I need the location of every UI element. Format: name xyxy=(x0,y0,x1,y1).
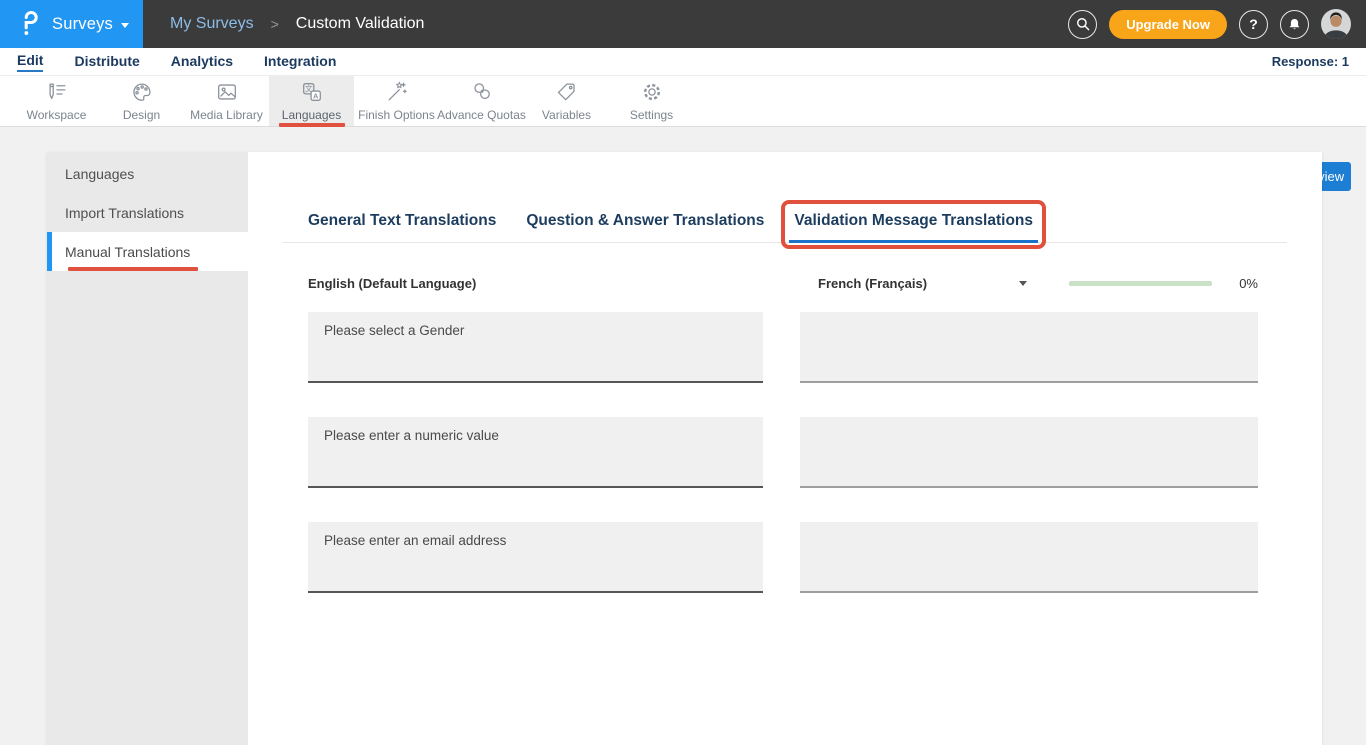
language-header-row: English (Default Language) French (Franç… xyxy=(308,274,1258,292)
toolbar-design-label: Design xyxy=(123,108,160,122)
question-mark-icon: ? xyxy=(1249,16,1258,32)
toolbar-design[interactable]: Design xyxy=(99,76,184,126)
help-button[interactable]: ? xyxy=(1239,10,1268,39)
languages-red-annotation xyxy=(279,123,345,128)
user-avatar[interactable] xyxy=(1321,9,1351,39)
product-name: Surveys xyxy=(52,15,113,34)
sidebar-item-label: Manual Translations xyxy=(65,244,190,260)
source-text-numeric: Please enter a numeric value xyxy=(308,417,763,488)
toolbar-languages-label: Languages xyxy=(282,108,341,122)
tab-general-text-translations[interactable]: General Text Translations xyxy=(308,203,496,242)
nav-distribute[interactable]: Distribute xyxy=(74,53,139,71)
source-text-gender: Please select a Gender xyxy=(308,312,763,383)
notifications-button[interactable] xyxy=(1280,10,1309,39)
sidebar-item-languages[interactable]: Languages xyxy=(47,154,248,193)
settings-gear-icon xyxy=(639,80,665,104)
translation-row: Please enter an email address xyxy=(308,522,1258,593)
media-library-icon xyxy=(214,80,240,104)
toolbar-finish-options[interactable]: Finish Options xyxy=(354,76,439,126)
topbar-actions: Upgrade Now ? xyxy=(1068,9,1366,39)
workspace-icon xyxy=(44,80,70,104)
translation-progress-percent: 0% xyxy=(1232,276,1258,291)
toolbar-workspace[interactable]: Workspace xyxy=(14,76,99,126)
target-text-input-gender[interactable] xyxy=(800,312,1258,383)
toolbar-variables-label: Variables xyxy=(542,108,591,122)
breadcrumb-my-surveys[interactable]: My Surveys xyxy=(170,15,254,33)
target-language-select[interactable]: French (Français) xyxy=(800,276,927,291)
toolbar-finish-options-label: Finish Options xyxy=(358,108,435,122)
translation-row: Please select a Gender xyxy=(308,312,1258,383)
upgrade-now-button[interactable]: Upgrade Now xyxy=(1109,10,1227,39)
languages-panel: Languages Import Translations Manual Tra… xyxy=(47,152,1322,745)
questionpro-logo-icon xyxy=(19,11,41,38)
sidebar-item-label: Languages xyxy=(65,166,134,182)
translation-editor: English (Default Language) French (Franç… xyxy=(248,274,1322,593)
translation-progress-bar xyxy=(1069,281,1212,286)
translation-row: Please enter a numeric value xyxy=(308,417,1258,488)
finish-options-wand-icon xyxy=(384,80,410,104)
tab-question-answer-translations[interactable]: Question & Answer Translations xyxy=(526,203,764,242)
breadcrumb: My Surveys > Custom Validation xyxy=(170,15,424,33)
survey-section-nav: Edit Distribute Analytics Integration Re… xyxy=(0,48,1366,76)
product-switcher[interactable]: Surveys xyxy=(0,0,143,48)
languages-sidebar: Languages Import Translations Manual Tra… xyxy=(47,152,248,745)
target-text-input-email[interactable] xyxy=(800,522,1258,593)
toolbar-languages[interactable]: 文 A Languages xyxy=(269,76,354,126)
toolbar-media-library[interactable]: Media Library xyxy=(184,76,269,126)
toolbar-settings[interactable]: Settings xyxy=(609,76,694,126)
advance-quotas-links-icon xyxy=(469,80,495,104)
design-palette-icon xyxy=(129,80,155,104)
breadcrumb-separator: > xyxy=(271,16,279,32)
toolbar-advance-quotas-label: Advance Quotas xyxy=(437,108,526,122)
sidebar-item-manual-translations[interactable]: Manual Translations xyxy=(47,232,248,271)
translations-content: General Text Translations Question & Ans… xyxy=(248,152,1322,745)
response-count[interactable]: Response: 1 xyxy=(1272,54,1349,69)
tab-validation-message-translations[interactable]: Validation Message Translations xyxy=(794,203,1033,242)
svg-text:A: A xyxy=(313,91,319,100)
toolbar-settings-label: Settings xyxy=(630,108,673,122)
tab-label: Validation Message Translations xyxy=(794,212,1033,229)
toolbar-variables[interactable]: Variables xyxy=(524,76,609,126)
search-icon xyxy=(1075,16,1091,32)
target-language-header: French (Français) 0% xyxy=(800,276,1258,291)
nav-edit[interactable]: Edit xyxy=(17,52,43,72)
avatar-photo xyxy=(1321,9,1351,39)
top-bar: Surveys My Surveys > Custom Validation U… xyxy=(0,0,1366,48)
translation-tabs: General Text Translations Question & Ans… xyxy=(283,203,1287,243)
nav-integration[interactable]: Integration xyxy=(264,53,336,71)
variables-tag-icon xyxy=(554,80,580,104)
bell-icon xyxy=(1287,17,1302,32)
toolbar-media-library-label: Media Library xyxy=(190,108,263,122)
nav-analytics[interactable]: Analytics xyxy=(171,53,233,71)
source-text-email: Please enter an email address xyxy=(308,522,763,593)
manual-translations-red-annotation xyxy=(68,267,198,272)
search-button[interactable] xyxy=(1068,10,1097,39)
chevron-down-icon xyxy=(121,23,129,28)
breadcrumb-survey-name: Custom Validation xyxy=(296,15,425,33)
edit-toolbar: Workspace Design Media Library 文 A Langu… xyxy=(0,76,1366,127)
active-tab-underline xyxy=(789,240,1038,243)
sidebar-item-label: Import Translations xyxy=(65,205,184,221)
toolbar-workspace-label: Workspace xyxy=(27,108,87,122)
target-text-input-numeric[interactable] xyxy=(800,417,1258,488)
sidebar-item-import-translations[interactable]: Import Translations xyxy=(47,193,248,232)
toolbar-advance-quotas[interactable]: Advance Quotas xyxy=(439,76,524,126)
language-select-chevron-icon[interactable] xyxy=(1019,281,1027,286)
source-language-label: English (Default Language) xyxy=(308,276,763,291)
languages-translate-icon: 文 A xyxy=(299,80,325,104)
